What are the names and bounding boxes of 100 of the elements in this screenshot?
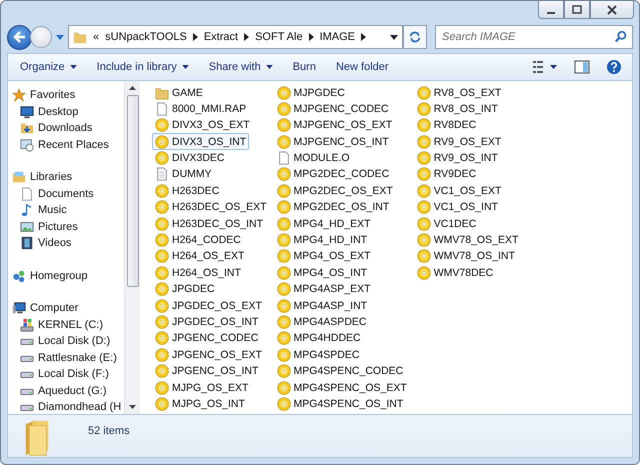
navigation-item[interactable]: Local Disk (D:): [12, 333, 124, 350]
navigation-item[interactable]: Rattlesnake (E:): [12, 350, 124, 366]
arrow-icon[interactable]: [361, 33, 366, 41]
file-item[interactable]: MPG4ASPDEC: [274, 313, 370, 330]
file-item[interactable]: MPG4HDDEC: [274, 330, 364, 347]
item-count: 52 items: [88, 425, 130, 437]
dropdown-arrow-icon[interactable]: [390, 34, 398, 40]
file-item[interactable]: JPGDEC_OS_INT: [152, 313, 262, 330]
system-drive-icon: [20, 318, 34, 332]
navigation-item[interactable]: Favorites: [12, 87, 124, 104]
file-item[interactable]: H264_CODEC: [152, 232, 244, 249]
file-item[interactable]: JPGENC_OS_EXT: [152, 346, 265, 364]
overflow-chevron[interactable]: «: [93, 31, 100, 43]
file-item[interactable]: MPG4_HD_EXT: [274, 215, 374, 232]
navigation-item[interactable]: Homegroup: [12, 268, 124, 284]
file-item[interactable]: MJPGENC_OS_EXT: [274, 116, 396, 134]
file-item[interactable]: VC1_OS_EXT: [414, 182, 504, 200]
file-item[interactable]: MPG2DEC_OS_EXT: [274, 182, 396, 200]
navigation-item[interactable]: Recent Places: [12, 136, 124, 153]
navigation-item[interactable]: Desktop: [12, 104, 124, 120]
homegroup-icon: [12, 268, 26, 283]
navigation-item[interactable]: Documents: [12, 186, 124, 202]
file-item[interactable]: VC1DEC: [414, 215, 480, 232]
file-item[interactable]: MPG4_OS_EXT: [274, 248, 374, 265]
file-item[interactable]: MPG4_OS_INT: [274, 264, 370, 282]
file-item[interactable]: WMV78DEC: [414, 264, 496, 282]
file-item[interactable]: MODULE.O: [274, 150, 353, 167]
file-item[interactable]: RV9_OS_INT: [414, 150, 501, 167]
file-item[interactable]: MPG2DEC_OS_INT: [274, 198, 392, 216]
file-item[interactable]: WMV78_OS_INT: [414, 248, 518, 265]
file-item[interactable]: MPG4SPENC_OS_INT: [274, 395, 406, 412]
file-icon: [276, 151, 291, 166]
file-item[interactable]: H263DEC: [152, 182, 222, 200]
breadcrumb[interactable]: Extract: [204, 31, 238, 43]
navigation-item[interactable]: KERNEL (C:): [12, 316, 124, 333]
navigation-item[interactable]: Videos: [12, 235, 124, 252]
navigation-item[interactable]: Local Disk (F:): [12, 366, 124, 382]
search-field[interactable]: Search IMAGE: [435, 25, 633, 49]
file-item[interactable]: H263DEC_OS_EXT: [152, 198, 270, 216]
navigation-item[interactable]: Downloads: [12, 120, 124, 136]
navigation-item[interactable]: Music: [12, 202, 124, 218]
toolbar-button[interactable]: Burn: [284, 58, 324, 76]
navigation-item[interactable]: Pictures: [12, 218, 124, 235]
file-item[interactable]: MPG4ASP_EXT: [274, 280, 374, 298]
close-button[interactable]: [590, 1, 634, 19]
minimize-button[interactable]: [538, 1, 564, 19]
arrow-icon[interactable]: [244, 33, 250, 41]
maximize-button[interactable]: [564, 1, 590, 19]
file-item[interactable]: RV8DEC: [414, 116, 480, 134]
file-item[interactable]: GAME: [152, 84, 206, 101]
breadcrumb[interactable]: SOFT Ale: [255, 31, 303, 43]
file-item[interactable]: H263DEC_OS_INT: [152, 215, 266, 232]
file-item[interactable]: DUMMY: [152, 166, 215, 183]
toolbar-button[interactable]: Include in library: [88, 58, 197, 76]
file-item[interactable]: MPG4ASP_INT: [274, 297, 370, 314]
file-item[interactable]: VC1_OS_INT: [414, 198, 501, 216]
toolbar-button[interactable]: Share with: [200, 58, 281, 76]
file-item[interactable]: DIVX3_OS_EXT: [152, 116, 253, 134]
breadcrumb[interactable]: sUNpackTOOLS: [105, 31, 187, 43]
file-item[interactable]: MPG4SPDEC: [274, 346, 362, 364]
file-item[interactable]: MJPGENC_OS_INT: [274, 133, 392, 150]
search-icon[interactable]: [614, 30, 628, 44]
toolbar-button[interactable]: Organize: [12, 58, 85, 76]
file-item[interactable]: MJPG_OS_INT: [152, 395, 248, 412]
file-item[interactable]: JPGDEC_OS_EXT: [152, 297, 265, 314]
file-item[interactable]: MJPGENC_CODEC: [274, 100, 392, 118]
file-item[interactable]: JPGDEC: [152, 280, 218, 298]
file-item[interactable]: H264_OS_EXT: [152, 248, 248, 265]
toolbar-button[interactable]: New folder: [328, 58, 397, 76]
breadcrumb[interactable]: IMAGE: [320, 31, 356, 43]
address-bar[interactable]: « sUNpackTOOLS Extract SOFT Ale IMAGE: [68, 25, 403, 49]
file-item[interactable]: MPG2DEC_CODEC: [274, 166, 392, 183]
scrollbar[interactable]: [124, 81, 140, 414]
file-item[interactable]: DIVX3_OS_INT: [152, 133, 250, 150]
back-button[interactable]: [7, 24, 32, 50]
file-item[interactable]: MJPG_OS_EXT: [152, 379, 252, 396]
file-item[interactable]: MPG4SPENC_CODEC: [274, 362, 406, 380]
file-item[interactable]: WMV78_OS_EXT: [414, 232, 522, 249]
arrow-icon[interactable]: [308, 33, 314, 41]
scroll-up-arrow-icon[interactable]: [129, 86, 136, 90]
file-item[interactable]: MJPGDEC: [274, 84, 348, 101]
navigation-item[interactable]: Aqueduct (G:): [12, 382, 124, 399]
file-item[interactable]: DIVX3DEC: [152, 150, 228, 167]
file-item[interactable]: H264_OS_INT: [152, 264, 244, 282]
refresh-button[interactable]: [403, 25, 427, 49]
scroll-down-arrow-icon[interactable]: [129, 405, 136, 409]
navigation-item[interactable]: Libraries: [12, 169, 124, 186]
file-item[interactable]: 8000_MMI.RAP: [152, 100, 250, 118]
file-item[interactable]: JPGENC_CODEC: [152, 330, 262, 347]
file-item[interactable]: RV8_OS_INT: [414, 100, 501, 118]
file-item[interactable]: JPGENC_OS_INT: [152, 362, 262, 380]
file-item[interactable]: MPG4SPENC_OS_EXT: [274, 379, 410, 396]
navigation-item[interactable]: Diamondhead (H: [12, 399, 124, 414]
file-item[interactable]: RV9_OS_EXT: [414, 133, 504, 150]
file-item[interactable]: MPG4_HD_INT: [274, 232, 370, 249]
file-item[interactable]: RV9DEC: [414, 166, 480, 183]
file-item[interactable]: RV8_OS_EXT: [414, 84, 504, 101]
arrow-icon[interactable]: [192, 33, 198, 41]
scrollbar-thumb[interactable]: [126, 95, 138, 287]
navigation-item[interactable]: Computer: [12, 300, 124, 316]
